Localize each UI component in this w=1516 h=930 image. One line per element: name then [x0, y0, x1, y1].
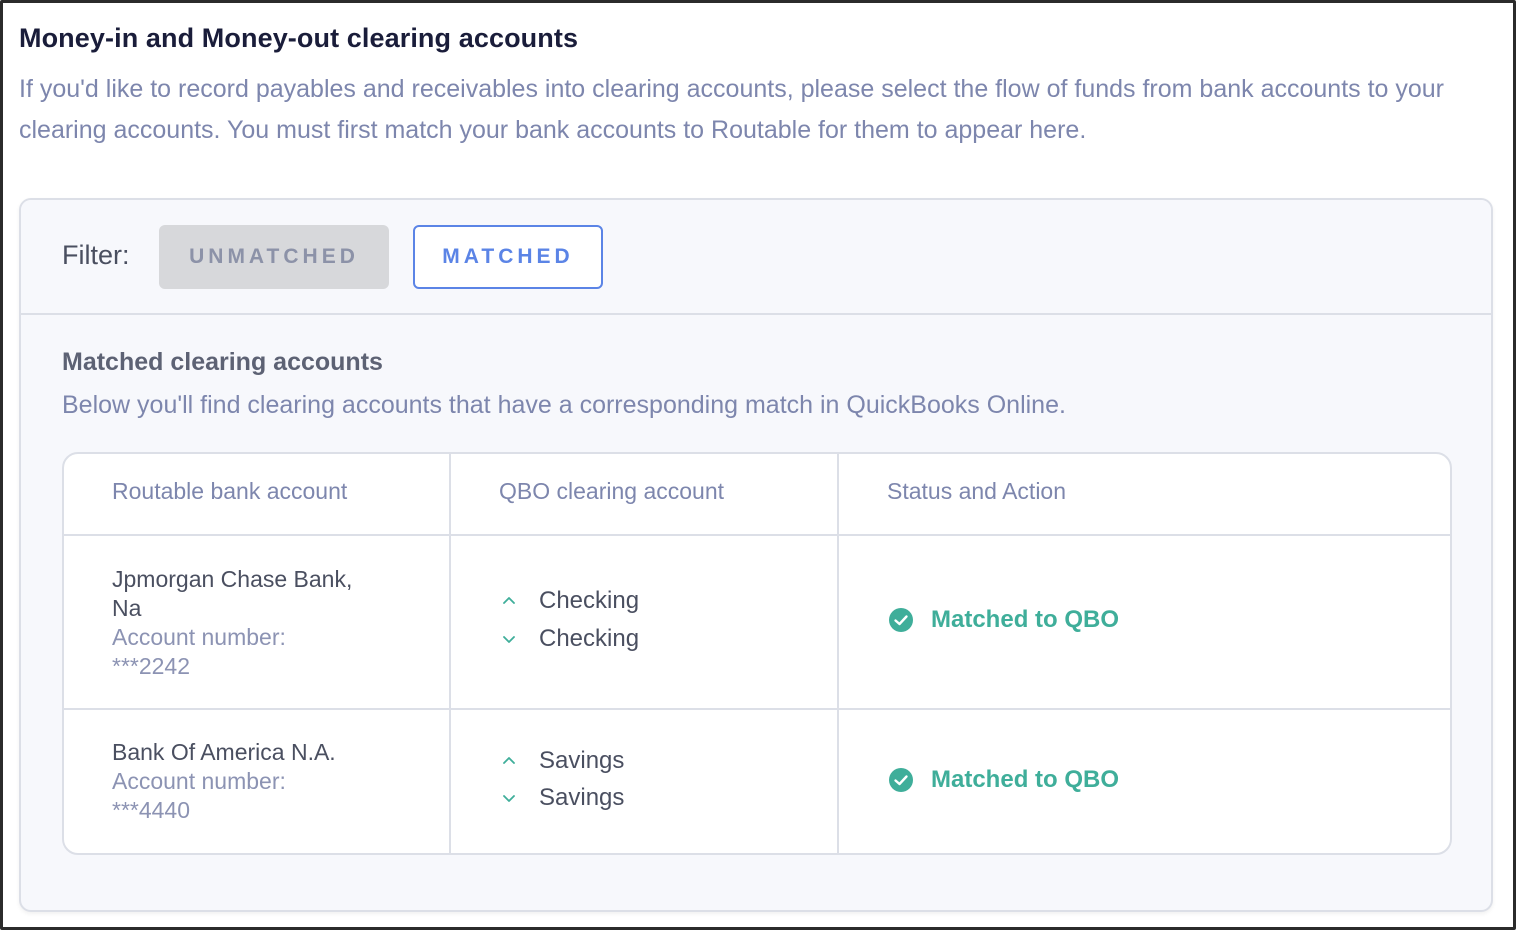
clearing-accounts-card: Filter: UNMATCHED MATCHED Matched cleari…	[19, 198, 1493, 912]
settings-panel: Money-in and Money-out clearing accounts…	[0, 0, 1516, 930]
qbo-money-in-account[interactable]: Checking	[499, 587, 639, 615]
status-badge: Matched to QBO	[887, 606, 1119, 634]
column-header-status: Status and Action	[887, 478, 1067, 504]
chevron-down-icon	[503, 636, 515, 643]
table-row: Bank Of America N.A. Account number: ***…	[64, 710, 1450, 853]
status-text: Matched to QBO	[931, 766, 1120, 793]
chevron-down-icon	[503, 795, 515, 802]
unmatched-filter-button[interactable]: UNMATCHED	[159, 225, 389, 289]
page-description: If you'd like to record payables and rec…	[19, 75, 1445, 144]
page-title: Money-in and Money-out clearing accounts	[19, 23, 579, 53]
chevron-up-icon	[503, 757, 515, 764]
bank-name-continued: Na	[112, 595, 142, 621]
qbo-account-name: Savings	[539, 747, 625, 774]
qbo-money-in-account[interactable]: Savings	[499, 747, 624, 775]
check-circle-icon	[889, 768, 913, 792]
chevron-up-icon	[503, 597, 515, 604]
account-number-label: Account number:	[112, 768, 286, 794]
status-badge: Matched to QBO	[887, 766, 1119, 794]
qbo-account-name: Savings	[539, 784, 625, 811]
section-description: Below you'll find clearing accounts that…	[62, 391, 1066, 419]
table-row: Jpmorgan Chase Bank, Na Account number: …	[64, 536, 1450, 710]
qbo-money-out-account[interactable]: Savings	[499, 784, 624, 812]
status-text: Matched to QBO	[931, 606, 1120, 633]
check-circle-icon	[889, 608, 913, 632]
matched-accounts-table: Routable bank account QBO clearing accou…	[62, 452, 1452, 855]
filter-bar: Filter: UNMATCHED MATCHED	[21, 200, 1491, 315]
qbo-account-name: Checking	[539, 587, 640, 614]
account-number-label: Account number:	[112, 624, 286, 650]
column-header-qbo-account: QBO clearing account	[499, 478, 725, 504]
bank-name: Bank Of America N.A.	[112, 739, 336, 765]
matched-filter-button[interactable]: MATCHED	[413, 225, 603, 289]
qbo-money-out-account[interactable]: Checking	[499, 625, 639, 653]
account-number: ***2242	[112, 653, 191, 679]
qbo-account-name: Checking	[539, 625, 640, 652]
column-header-bank-account: Routable bank account	[112, 478, 348, 504]
bank-name: Jpmorgan Chase Bank,	[112, 566, 353, 592]
account-number: ***4440	[112, 797, 191, 823]
section-title: Matched clearing accounts	[62, 348, 383, 376]
table-header-row: Routable bank account QBO clearing accou…	[64, 454, 1450, 536]
filter-label: Filter:	[62, 240, 130, 270]
